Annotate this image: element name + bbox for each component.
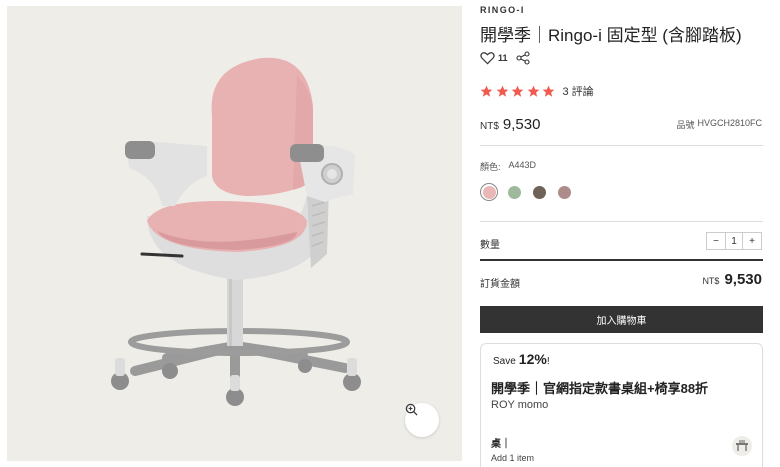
star-icon	[511, 85, 524, 97]
rating-stars[interactable]: 3 評論	[480, 83, 594, 99]
quantity-decrease-button[interactable]: −	[707, 233, 725, 249]
brand-name[interactable]: RINGO-I	[480, 5, 525, 15]
divider	[480, 221, 763, 222]
promo-card[interactable]: Save 12% ! 開學季｜官網指定款書桌組+椅享88折 ROY momo 桌…	[480, 343, 763, 467]
divider	[480, 259, 763, 261]
star-icon	[527, 85, 539, 97]
like-count: 11	[498, 53, 508, 63]
star-icon	[496, 85, 508, 97]
promo-save-prefix: Save	[493, 356, 516, 367]
promo-save-suffix: !	[546, 356, 550, 367]
promo-save-percent: 12%	[518, 351, 547, 367]
divider	[480, 145, 763, 146]
zoom-in-icon	[405, 403, 418, 416]
total-currency: NT$	[702, 276, 720, 286]
order-total-label: 訂貨金額	[480, 279, 520, 290]
review-count-link[interactable]: 3 評論	[563, 83, 594, 99]
color-selected-value: A443D	[508, 160, 537, 170]
total-amount: 9,530	[724, 271, 762, 288]
color-label: 顏色:	[480, 162, 501, 172]
promo-add-item[interactable]: Add 1 item	[491, 453, 534, 463]
share-icon[interactable]	[515, 51, 530, 65]
product-actions: 11	[480, 50, 530, 66]
add-to-cart-button[interactable]: 加入購物車	[480, 306, 763, 333]
color-option-label: 顏色: A443D	[480, 160, 536, 173]
quantity-increase-button[interactable]: +	[743, 233, 761, 249]
product-image-gallery[interactable]	[7, 6, 462, 461]
promo-item-thumbnail[interactable]	[732, 436, 752, 456]
sku-label: 品號	[676, 120, 695, 130]
order-total: NT$ 9,530	[702, 271, 762, 288]
heart-icon[interactable]	[480, 51, 495, 65]
product-sku: 品號 HVGCH2810FC	[676, 118, 762, 131]
price-currency: NT$	[480, 121, 499, 132]
color-swatch-mauve[interactable]	[555, 183, 573, 201]
quantity-input[interactable]: 1	[725, 233, 743, 249]
desk-thumbnail-icon	[736, 440, 748, 451]
quantity-stepper: − 1 +	[706, 232, 762, 250]
price-amount: 9,530	[502, 116, 541, 133]
color-swatch-brown[interactable]	[530, 183, 548, 201]
promo-item-label: 桌｜	[491, 439, 511, 450]
star-icon	[542, 85, 555, 97]
chair-image	[111, 57, 361, 406]
color-swatches	[480, 183, 573, 201]
product-price: NT$ 9,530	[480, 116, 540, 133]
color-swatch-green[interactable]	[505, 183, 523, 201]
star-icon	[480, 85, 493, 97]
color-swatch-pink[interactable]	[480, 183, 498, 201]
promo-save-badge: Save 12% !	[493, 351, 550, 367]
product-info-panel: RINGO-I 開學季｜Ringo-i 固定型 (含腳踏板) 11 3 評論 N…	[480, 0, 764, 467]
sku-value: HVGCH2810FC	[697, 118, 762, 128]
promo-store: ROY momo	[491, 399, 549, 411]
promo-title: 開學季｜官網指定款書桌組+椅享88折	[491, 381, 709, 396]
product-title: 開學季｜Ringo-i 固定型 (含腳踏板)	[480, 26, 742, 45]
zoom-button[interactable]	[405, 403, 439, 437]
quantity-label: 數量	[480, 240, 500, 251]
